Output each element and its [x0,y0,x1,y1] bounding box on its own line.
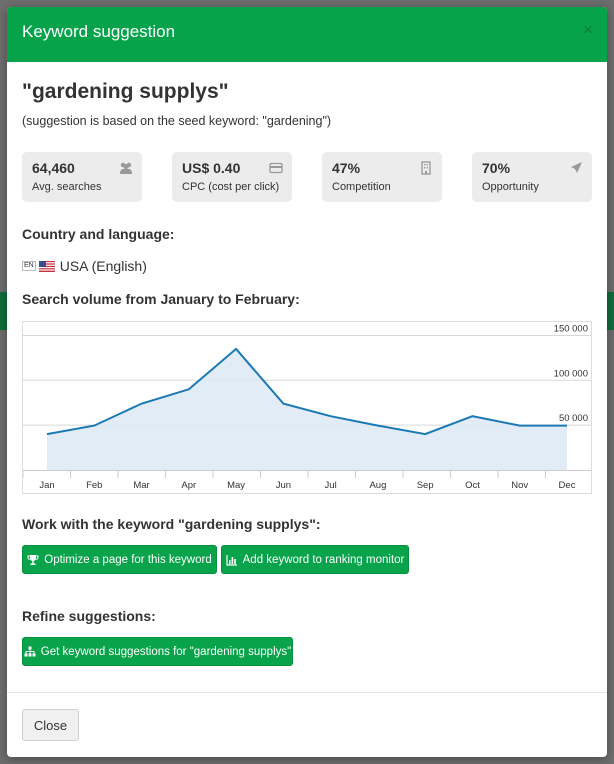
x-tick-label: Mar [133,480,149,491]
credit-card-icon [269,162,283,174]
stat-opportunity: 70% Opportunity [472,152,592,202]
stat-value: 47% [332,160,361,176]
stat-label: Avg. searches [32,181,102,193]
keyword-heading: "gardening supplys" [22,80,229,103]
y-tick-label: 150 000 [554,323,588,334]
footer-divider [7,692,607,693]
search-volume-heading: Search volume from January to February: [22,291,300,307]
x-tick-label: Sep [417,480,434,491]
search-volume-svg: 50 000 100 000 150 000 Jan Feb Mar Apr May Jun Ju… [22,323,594,491]
stat-avg-searches: 64,460 Avg. searches [22,152,142,202]
optimize-page-button[interactable]: Optimize a page for this keyword [22,545,217,574]
x-tick-label: Jul [325,480,337,491]
country-heading: Country and language: [22,226,175,242]
x-tick-label: Oct [465,480,480,491]
add-ranking-monitor-label: Add keyword to ranking monitor [242,553,405,566]
keyword-suggestion-modal: Keyword suggestion × "gardening supplys"… [7,7,607,757]
x-tick-label: Aug [369,480,386,491]
stat-value: US$ 0.40 [182,160,241,176]
rocket-icon [571,162,582,173]
refine-heading: Refine suggestions: [22,608,156,624]
modal-title: Keyword suggestion [22,22,176,41]
country-language: EN USA (English) [22,258,147,274]
stat-label: Competition [332,181,391,193]
y-tick-label: 100 000 [554,368,588,379]
x-tick-label: Jan [39,480,54,491]
trophy-icon [27,554,39,565]
country-language-label: USA (English) [59,258,147,274]
get-suggestions-label: Get keyword suggestions for "gardening s… [40,645,292,658]
usa-flag-icon [38,260,55,272]
work-keyword-heading: Work with the keyword "gardening supplys… [22,516,321,532]
optimize-page-label: Optimize a page for this keyword [44,553,212,566]
stat-label: CPC (cost per click) [182,181,280,193]
close-button[interactable]: Close [22,709,79,741]
x-tick-label: Jun [276,480,291,491]
bar-chart-icon [226,554,237,566]
add-ranking-monitor-button[interactable]: Add keyword to ranking monitor [221,545,409,574]
language-code-badge: EN [22,261,36,271]
stat-value: 70% [482,160,511,176]
stat-label: Opportunity [482,181,539,193]
x-tick-label: Nov [511,480,528,491]
stat-competition: 47% Competition [322,152,442,202]
stat-cpc: US$ 0.40 CPC (cost per click) [172,152,292,202]
x-tick-label: Apr [181,480,196,491]
get-suggestions-button[interactable]: Get keyword suggestions for "gardening s… [22,637,293,666]
users-icon [120,162,132,174]
modal-header: Keyword suggestion × [7,7,607,62]
x-tick-label: May [227,480,245,491]
building-icon [421,161,431,175]
x-tick-label: Dec [559,480,576,491]
x-tick-label: Feb [86,480,102,491]
close-icon[interactable]: × [583,20,593,40]
y-tick-label: 50 000 [559,413,588,424]
seed-keyword-note: (suggestion is based on the seed keyword… [22,114,332,128]
search-volume-chart: 50 000 100 000 150 000 Jan Feb Mar Apr May Jun Ju… [22,321,594,494]
sitemap-icon [24,646,36,656]
stat-value: 64,460 [32,160,75,176]
